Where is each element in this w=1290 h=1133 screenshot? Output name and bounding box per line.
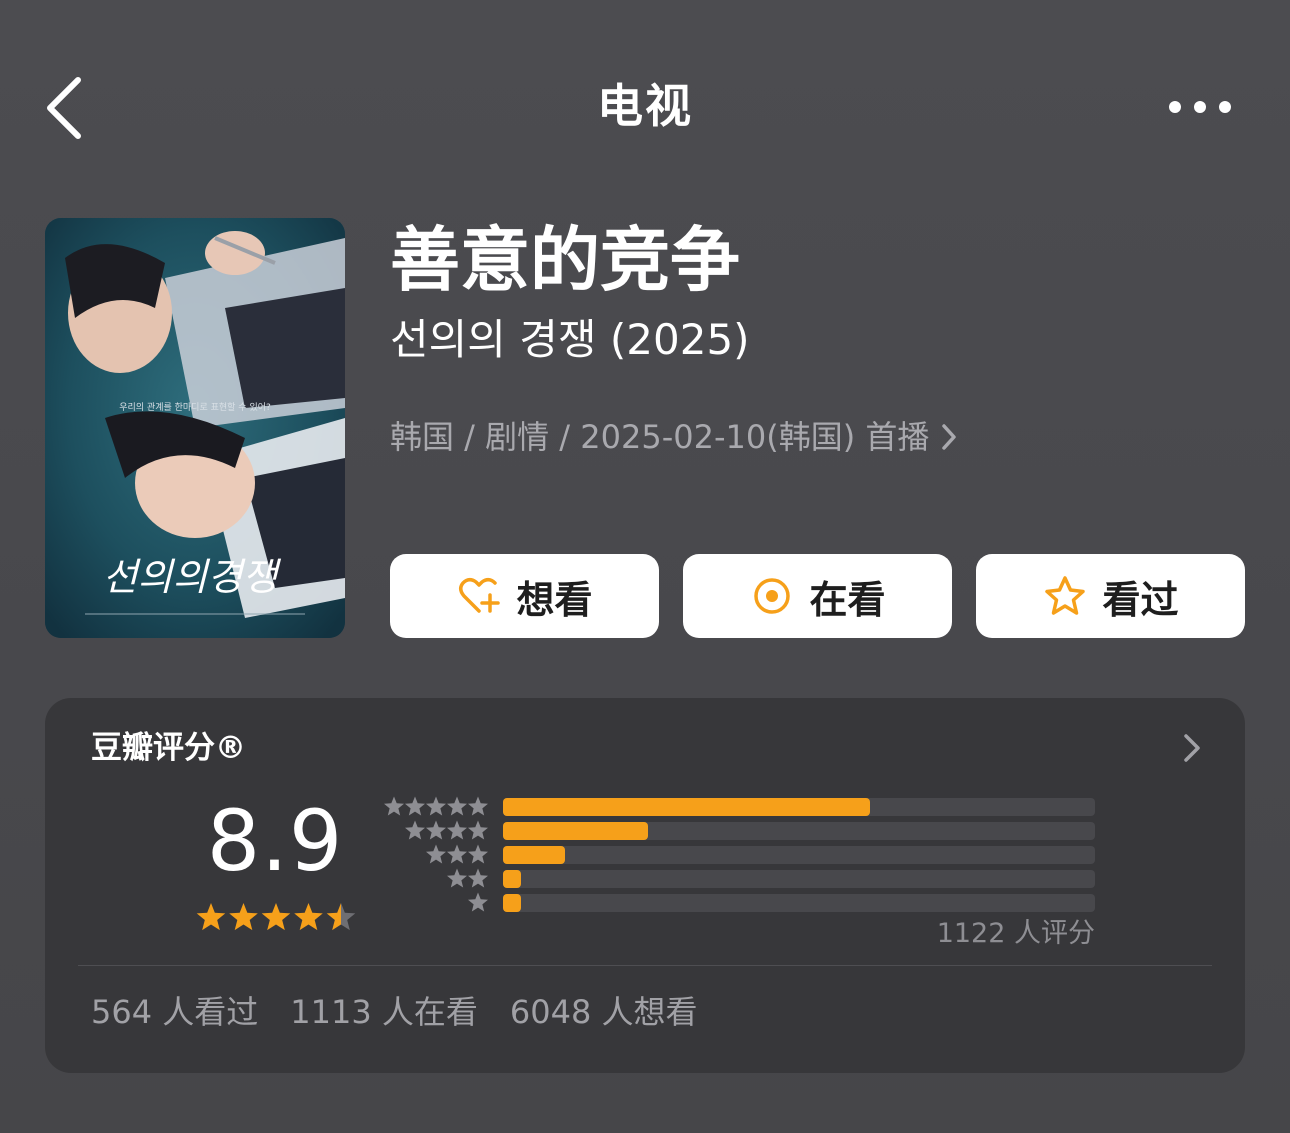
- show-meta-link[interactable]: 韩国 / 剧情 / 2025-02-10(韩国) 首播: [390, 412, 959, 462]
- more-button[interactable]: [1160, 90, 1240, 124]
- rating-bar-fill: [503, 846, 566, 864]
- rating-stars: [196, 903, 356, 931]
- watch-stats: 564 人看过 1113 人在看 6048 人想看: [91, 990, 730, 1034]
- want-count[interactable]: 6048 人想看: [510, 990, 698, 1034]
- dist-star-icon: [468, 796, 488, 816]
- watching-label: 在看: [809, 577, 886, 622]
- rating-bar-fill: [503, 822, 649, 840]
- score-star-icon: [229, 903, 258, 931]
- dist-star-icon: [468, 820, 488, 840]
- heart-plus-icon: [459, 578, 501, 613]
- dist-star-icon: [447, 868, 467, 888]
- dist-stars-3: [426, 844, 488, 864]
- rating-bar-fill: [503, 894, 521, 912]
- more-dots-icon: [1169, 101, 1231, 113]
- rating-bar-track: [503, 870, 1095, 888]
- dist-star-icon: [426, 820, 446, 840]
- dist-star-icon: [426, 796, 446, 816]
- dist-star-icon: [468, 844, 488, 864]
- poster-artwork: 우리의 관계를 한마디로 표현할 수 있어? 선의의경쟁: [45, 218, 345, 638]
- dist-star-icon: [447, 796, 467, 816]
- show-original-title: 선의의 경쟁 (2025): [390, 315, 750, 364]
- rating-bar-fill: [503, 798, 871, 816]
- rating-bar-track: [503, 894, 1095, 912]
- watched-label: 看过: [1102, 577, 1179, 622]
- poster-tagline: 우리의 관계를 한마디로 표현할 수 있어?: [119, 401, 271, 413]
- want-to-watch-button[interactable]: 想看: [390, 554, 659, 638]
- score-star-icon: [196, 903, 226, 931]
- watched-count[interactable]: 564 人看过: [91, 990, 258, 1034]
- rating-bar-fill: [503, 870, 521, 888]
- rating-bar-track: [503, 822, 1095, 840]
- rating-bar-track: [503, 798, 1095, 816]
- watching-button[interactable]: 在看: [683, 554, 952, 638]
- dist-stars-4: [405, 820, 488, 840]
- rating-card-title: 豆瓣评分®: [91, 730, 246, 766]
- show-title: 善意的竞争: [390, 219, 740, 301]
- dist-star-icon: [384, 796, 404, 816]
- rating-card[interactable]: 豆瓣评分® 8.9 1122 人评分 564 人看过 1113 人在看 6048…: [45, 698, 1245, 1073]
- divider: [78, 965, 1212, 966]
- dist-star-icon: [426, 844, 446, 864]
- watching-count[interactable]: 1113 人在看: [290, 990, 478, 1034]
- score-star-icon: [326, 903, 356, 931]
- dist-stars-2: [447, 868, 488, 888]
- star-outline-icon: [1045, 576, 1086, 615]
- rating-score: 8.9: [206, 792, 344, 890]
- dist-star-icon: [447, 844, 467, 864]
- chevron-right-icon: [942, 424, 957, 450]
- rating-bar-track: [503, 846, 1095, 864]
- watched-button[interactable]: 看过: [976, 554, 1245, 638]
- score-star-icon: [294, 903, 323, 931]
- want-to-watch-label: 想看: [516, 577, 593, 622]
- poster-title-text: 선의의경쟁: [103, 555, 282, 599]
- dist-star-icon: [447, 820, 467, 840]
- page-title: 电视: [597, 79, 693, 133]
- rating-count: 1122 人评分: [936, 918, 1095, 949]
- show-meta-text: 韩国 / 剧情 / 2025-02-10(韩国) 首播: [390, 418, 930, 456]
- target-circle-icon: [754, 578, 791, 614]
- chevron-right-icon[interactable]: [1181, 732, 1203, 764]
- dist-star-icon: [468, 868, 488, 888]
- dist-star-icon: [468, 892, 488, 912]
- dist-stars-5: [384, 796, 488, 816]
- dist-star-icon: [405, 820, 425, 840]
- dist-star-icon: [405, 796, 425, 816]
- score-star-icon: [261, 903, 291, 931]
- poster-image[interactable]: 우리의 관계를 한마디로 표현할 수 있어? 선의의경쟁: [45, 218, 345, 638]
- dist-stars-1: [468, 892, 488, 912]
